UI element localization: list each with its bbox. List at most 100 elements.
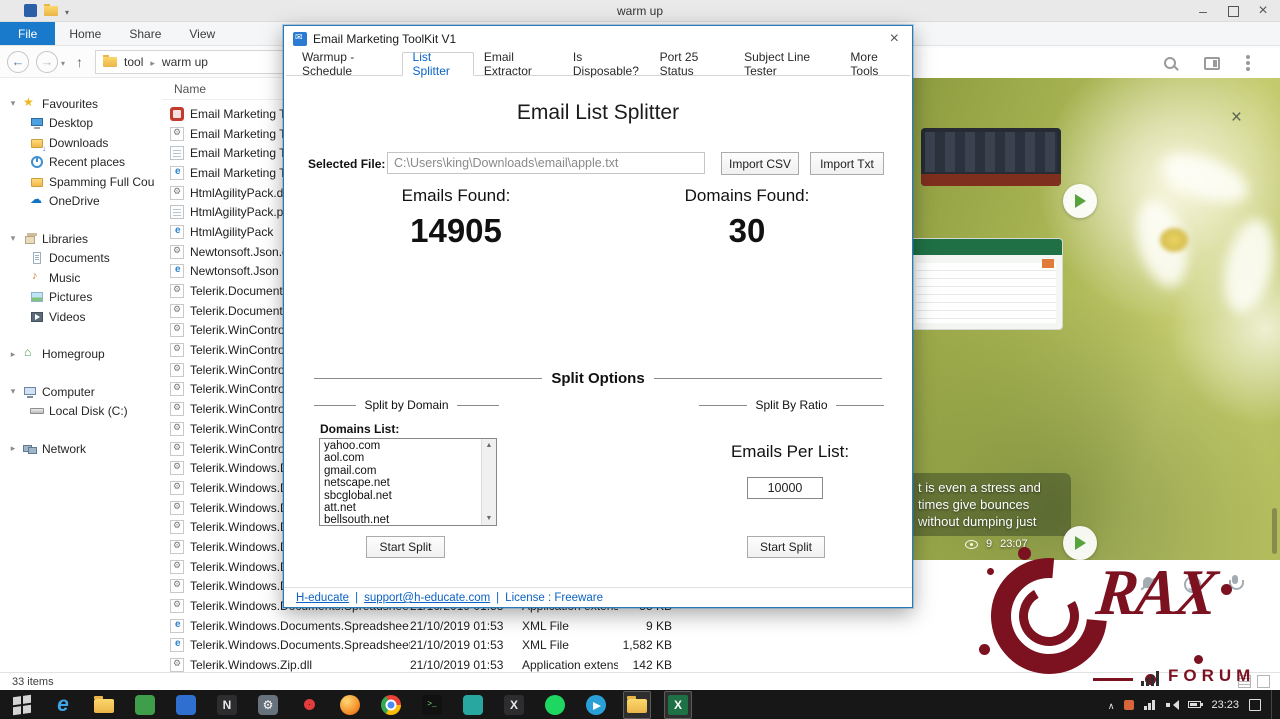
spotify-icon[interactable] [541,691,569,719]
menu-dots-icon[interactable] [1246,55,1250,71]
listbox-scrollbar[interactable] [481,439,496,525]
opera-icon[interactable] [295,691,323,719]
share-button[interactable] [1063,184,1097,218]
app-icon[interactable] [24,4,37,17]
dialog-tab[interactable]: Subject Line Tester [734,52,840,75]
expand-collapse-icon[interactable]: ▸ [8,349,18,360]
emails-per-list-input[interactable] [747,477,823,499]
battery-icon[interactable] [1188,701,1201,708]
notepad-icon[interactable]: N [213,691,241,719]
file-row[interactable]: Telerik.Windows.Documents.Spreadshee... … [162,616,1280,636]
support-email-link[interactable]: support@h-educate.com [364,592,490,604]
file-menu[interactable]: File [0,22,55,45]
app-icon-1[interactable] [131,691,159,719]
column-header-name[interactable]: Name [174,82,206,96]
dialog-tab[interactable]: List Splitter [402,52,474,76]
details-view-button[interactable] [1238,675,1251,688]
sidebar-item[interactable]: ▸ Homegroup [0,345,162,365]
folder-window-icon[interactable] [623,691,651,719]
dialog-tab[interactable]: Warmup - Schedule [292,52,402,75]
import-txt-button[interactable]: Import Txt [810,152,884,175]
breadcrumb-root[interactable]: tool [124,55,143,69]
show-desktop-button[interactable] [1271,690,1276,719]
expand-collapse-icon[interactable]: ▾ [8,386,18,397]
start-split-domain-button[interactable]: Start Split [366,536,445,558]
back-button[interactable] [7,51,29,73]
dialog-tab[interactable]: Port 25 Status [650,52,734,75]
clock[interactable]: 23:23 [1211,699,1239,711]
message-image[interactable] [909,238,1063,330]
domain-list-item[interactable]: bellsouth.net [324,514,492,526]
domain-list-item[interactable]: netscape.net [324,477,492,489]
menu-item[interactable]: Home [55,22,115,45]
sidebar-item[interactable]: Recent places [0,153,162,173]
settings-icon[interactable]: ⚙ [254,691,282,719]
edge-icon[interactable]: e [49,691,77,719]
sidebar-item[interactable]: Music [0,268,162,288]
brand-link[interactable]: H-educate [296,592,349,604]
sidebar-item[interactable]: Documents [0,249,162,269]
menu-item[interactable]: View [175,22,229,45]
sidebar-item[interactable]: ▾ Libraries [0,229,162,249]
expand-collapse-icon[interactable]: ▾ [8,233,18,244]
file-row[interactable]: Telerik.Windows.Zip.dll 21/10/2019 01:53… [162,655,1280,672]
tray-app-icon[interactable] [1124,700,1134,710]
thumbnails-view-button[interactable] [1257,675,1270,688]
domains-listbox[interactable]: yahoo.com aol.com gmail.com netscape.net… [319,438,497,526]
dialog-tab[interactable]: Is Disposable? [563,52,650,75]
minimize-button[interactable] [1196,4,1210,18]
sidebar-item[interactable]: Local Disk (C:) [0,402,162,422]
search-icon[interactable] [1163,56,1178,71]
folder-icon[interactable] [44,6,58,16]
action-center-icon[interactable] [1249,699,1261,711]
sidebar-item[interactable]: Spamming Full Cou [0,172,162,192]
start-split-ratio-button[interactable]: Start Split [747,536,825,558]
firefox-icon[interactable] [336,691,364,719]
sidebar-item[interactable]: ▸ Network [0,439,162,459]
excel-icon[interactable]: X [664,691,692,719]
sidebar-item[interactable]: Desktop [0,114,162,134]
telegram-icon[interactable] [582,691,610,719]
recent-locations-chevron-icon[interactable] [61,55,65,69]
domain-list-item[interactable]: yahoo.com [324,440,492,452]
forward-button[interactable] [36,51,58,73]
selected-file-input[interactable] [387,152,705,174]
close-icon[interactable] [1231,108,1242,127]
domain-list-item[interactable]: att.net [324,502,492,514]
app-icon-3[interactable] [459,691,487,719]
message-image[interactable] [921,128,1061,186]
sidebar-item[interactable]: ▾ Favourites [0,94,162,114]
dialog-tab[interactable]: More Tools [840,52,910,75]
close-icon[interactable] [886,31,903,47]
terminal-icon[interactable]: >_ [418,691,446,719]
menu-item[interactable]: Share [115,22,175,45]
close-button[interactable] [1256,4,1270,18]
breadcrumb-current[interactable]: warm up [162,55,208,69]
sidebar-item[interactable]: ▾ Computer [0,382,162,402]
sidebar-item[interactable]: Pictures [0,288,162,308]
emoji-icon[interactable] [1184,576,1201,593]
domain-list-item[interactable]: aol.com [324,452,492,464]
microphone-icon[interactable] [1228,575,1242,593]
sidebar-item[interactable]: Downloads [0,133,162,153]
expand-collapse-icon[interactable]: ▸ [8,443,18,454]
file-explorer-icon[interactable] [90,691,118,719]
import-csv-button[interactable]: Import CSV [721,152,799,175]
xbox-icon[interactable]: X [500,691,528,719]
domain-list-item[interactable]: gmail.com [324,465,492,477]
sidebar-item[interactable]: OneDrive [0,192,162,212]
scrollbar-thumb[interactable] [1272,508,1277,554]
mute-bell-icon[interactable] [1139,575,1157,593]
domain-list-item[interactable]: sbcglobal.net [324,490,492,502]
up-button[interactable] [76,54,83,70]
app-icon-2[interactable] [172,691,200,719]
dialog-tab[interactable]: Email Extractor [474,52,563,75]
network-icon[interactable] [1144,700,1156,710]
chevron-down-icon[interactable] [65,4,69,18]
share-button[interactable] [1063,526,1097,560]
scroll-up-icon[interactable] [486,439,493,452]
file-row[interactable]: Telerik.Windows.Documents.Spreadsheet 21… [162,636,1280,656]
scroll-down-icon[interactable] [486,512,493,525]
maximize-button[interactable] [1226,4,1240,18]
volume-icon[interactable] [1166,700,1178,710]
